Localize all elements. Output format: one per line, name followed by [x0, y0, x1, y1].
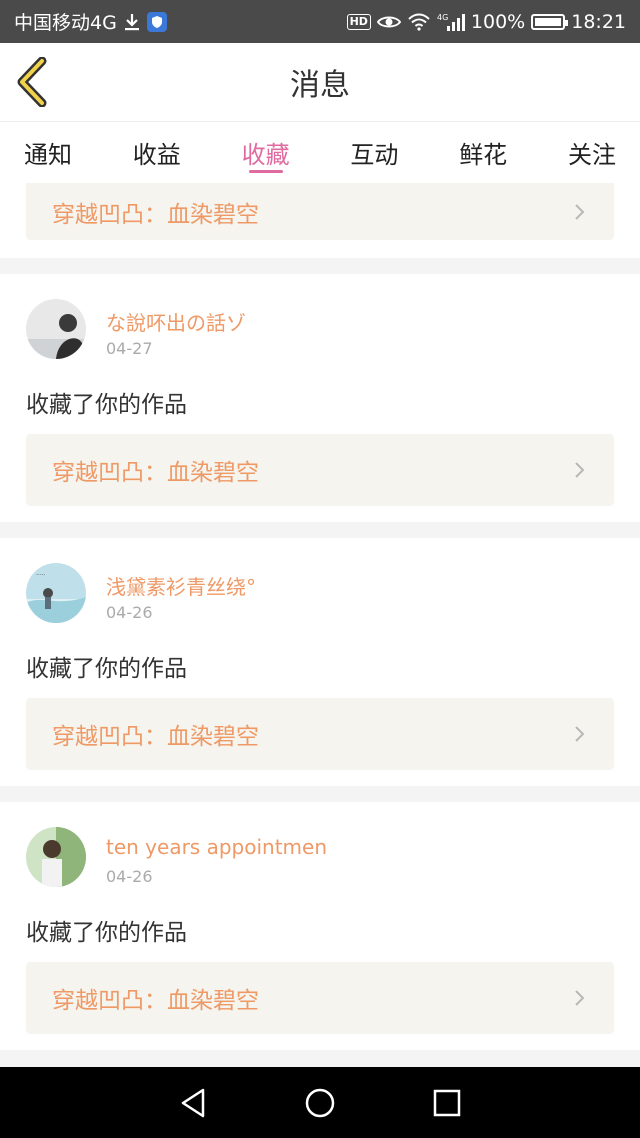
- user-row: な說吥出の話ゾ 04-27: [26, 299, 614, 361]
- avatar[interactable]: ·····: [26, 563, 86, 623]
- work-link[interactable]: 穿越凹凸：血染碧空: [26, 434, 614, 506]
- battery-icon: [531, 13, 569, 30]
- status-left: 中国移动4G: [14, 8, 167, 35]
- tab-favorites[interactable]: 收藏: [242, 122, 290, 183]
- avatar[interactable]: [26, 827, 86, 887]
- work-title: 穿越凹凸：血染碧空: [52, 724, 259, 750]
- nav-recents-button[interactable]: [427, 1083, 467, 1123]
- battery-percent: 100%: [470, 10, 526, 33]
- circle-home-icon: [305, 1088, 335, 1117]
- tab-indicator: [248, 170, 283, 173]
- clock: 18:21: [571, 10, 626, 33]
- tab-follows[interactable]: 关注: [568, 122, 616, 183]
- download-icon: [123, 12, 141, 32]
- back-button[interactable]: [14, 56, 54, 108]
- triangle-back-icon: [182, 1088, 205, 1117]
- tab-label: 关注: [567, 141, 616, 169]
- tab-label: 通知: [24, 141, 72, 169]
- chevron-left-icon: [17, 56, 47, 108]
- tab-label: 鲜花: [459, 141, 508, 169]
- work-link[interactable]: 穿越凹凸：血染碧空: [26, 698, 614, 770]
- tab-label: 收藏: [241, 141, 290, 169]
- work-link[interactable]: 穿越凹凸：血染碧空: [26, 962, 614, 1034]
- action-text: 收藏了你的作品: [26, 656, 187, 682]
- user-name[interactable]: 浅黛素衫青丝绕°: [106, 571, 256, 599]
- user-meta: ten years appointmen 04-26: [106, 827, 327, 886]
- action-text: 收藏了你的作品: [26, 920, 187, 946]
- network-type-text: 4G: [437, 13, 448, 22]
- square-recents-icon: [433, 1089, 460, 1116]
- tab-interactions[interactable]: 互动: [350, 122, 398, 183]
- list-item: 穿越凹凸：血染碧空: [0, 183, 640, 258]
- hd-badge: HD: [346, 13, 371, 30]
- shield-icon: [146, 11, 167, 32]
- eye-icon: [376, 14, 401, 30]
- work-title: 穿越凹凸：血染碧空: [52, 988, 259, 1014]
- work-title: 穿越凹凸：血染碧空: [52, 201, 259, 228]
- timestamp: 04-26: [106, 867, 153, 886]
- message-feed[interactable]: 穿越凹凸：血染碧空 な說吥出の話ゾ 04-27 收藏了你的作品 穿越凹凸：血染碧…: [0, 183, 640, 1067]
- tab-label: 收益: [132, 141, 181, 169]
- chevron-right-icon: [575, 203, 585, 220]
- avatar[interactable]: [26, 299, 86, 359]
- tab-label: 互动: [350, 141, 399, 169]
- tab-earnings[interactable]: 收益: [133, 122, 181, 183]
- carrier-text: 中国移动4G: [14, 12, 117, 34]
- status-right: HD 4G 100% 18:21: [346, 10, 626, 33]
- chevron-right-icon: [575, 462, 585, 478]
- work-link[interactable]: 穿越凹凸：血染碧空: [26, 183, 614, 240]
- chevron-right-icon: [575, 990, 585, 1006]
- tab-notifications[interactable]: 通知: [24, 122, 72, 183]
- list-item: ten years appointmen 04-26 收藏了你的作品 穿越凹凸：…: [0, 802, 640, 1050]
- page-title: 消息: [290, 68, 350, 103]
- user-name[interactable]: ten years appointmen: [106, 835, 327, 863]
- timestamp: 04-26: [106, 603, 153, 622]
- nav-home-button[interactable]: [300, 1083, 340, 1123]
- tab-flowers[interactable]: 鲜花: [459, 122, 507, 183]
- wifi-icon: [407, 13, 431, 31]
- tab-bar: 通知 收益 收藏 互动 鲜花 关注: [0, 121, 640, 183]
- user-meta: な說吥出の話ゾ 04-27: [106, 299, 246, 358]
- user-row: ····· 浅黛素衫青丝绕° 04-26: [26, 563, 614, 625]
- user-name[interactable]: な說吥出の話ゾ: [106, 307, 246, 335]
- work-title: 穿越凹凸：血染碧空: [52, 460, 259, 486]
- timestamp: 04-27: [106, 339, 153, 358]
- user-meta: 浅黛素衫青丝绕° 04-26: [106, 563, 256, 622]
- status-bar: 中国移动4G HD 4G 100% 18:21: [0, 0, 640, 43]
- list-item: な說吥出の話ゾ 04-27 收藏了你的作品 穿越凹凸：血染碧空: [0, 274, 640, 522]
- system-nav-bar: [0, 1067, 640, 1138]
- signal-icon: 4G: [437, 12, 465, 32]
- title-bar: 消息: [0, 43, 640, 121]
- user-row: ten years appointmen 04-26: [26, 827, 614, 889]
- action-text: 收藏了你的作品: [26, 392, 187, 418]
- svg-text:·····: ·····: [36, 572, 46, 579]
- nav-back-button[interactable]: [173, 1083, 213, 1123]
- chevron-right-icon: [575, 726, 585, 742]
- list-item: ····· 浅黛素衫青丝绕° 04-26 收藏了你的作品 穿越凹凸：血染碧空: [0, 538, 640, 786]
